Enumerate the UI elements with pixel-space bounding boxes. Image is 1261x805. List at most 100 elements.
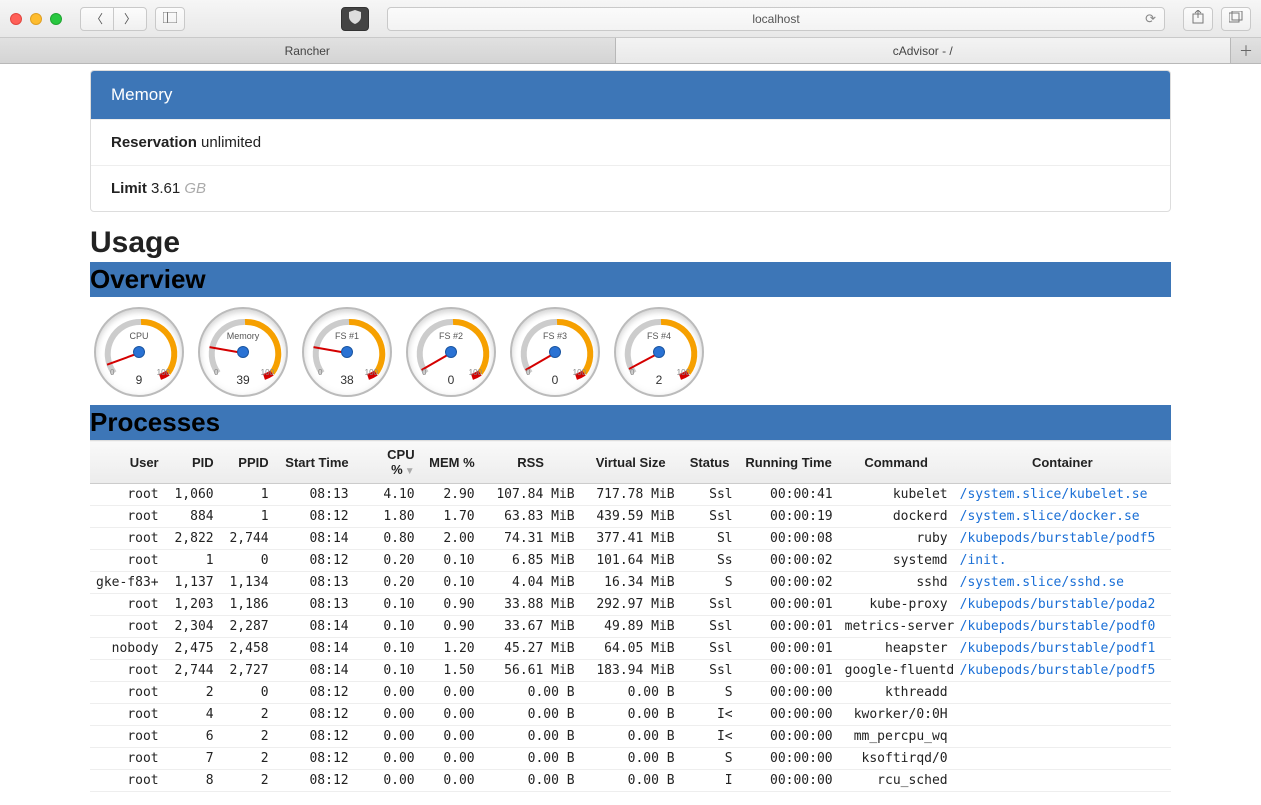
cell-cmd: sshd bbox=[839, 572, 954, 594]
col-cpu[interactable]: CPU %▼ bbox=[355, 441, 421, 484]
container-link[interactable]: /kubepods/burstable/podf5 bbox=[960, 663, 1156, 678]
plus-icon: ＋ bbox=[1239, 41, 1253, 61]
col-cont[interactable]: Container bbox=[954, 441, 1171, 484]
cell-vsize: 183.94 MiB bbox=[581, 660, 681, 682]
cell-start: 08:13 bbox=[275, 594, 355, 616]
cell-rss: 107.84 MiB bbox=[481, 484, 581, 506]
sidebar-toggle-button[interactable] bbox=[155, 7, 185, 31]
chevron-right-icon: 〉 bbox=[124, 10, 136, 27]
show-tabs-button[interactable] bbox=[1221, 7, 1251, 31]
container-link[interactable]: /kubepods/burstable/poda2 bbox=[960, 597, 1156, 612]
cell-status: Ss bbox=[681, 550, 739, 572]
cell-cpu: 1.80 bbox=[355, 506, 421, 528]
cell-status: I< bbox=[681, 726, 739, 748]
cell-ppid: 2 bbox=[220, 704, 275, 726]
cell-pid: 1 bbox=[165, 550, 220, 572]
cell-user: root bbox=[90, 506, 165, 528]
container-link[interactable]: /system.slice/kubelet.se bbox=[960, 487, 1148, 502]
col-mem[interactable]: MEM % bbox=[421, 441, 481, 484]
cell-user: root bbox=[90, 594, 165, 616]
cell-ppid: 2,727 bbox=[220, 660, 275, 682]
container-link[interactable]: /kubepods/burstable/podf1 bbox=[960, 641, 1156, 656]
cell-ppid: 2,744 bbox=[220, 528, 275, 550]
cell-ppid: 1,186 bbox=[220, 594, 275, 616]
gauge-fs-3: FS #301000 bbox=[510, 307, 600, 397]
new-tab-button[interactable]: ＋ bbox=[1231, 38, 1261, 63]
address-bar[interactable]: localhost ⟳ bbox=[387, 7, 1165, 31]
cell-cmd: mm_percpu_wq bbox=[839, 726, 954, 748]
cell-status: S bbox=[681, 748, 739, 770]
cell-mem: 0.10 bbox=[421, 572, 481, 594]
cell-user: nobody bbox=[90, 638, 165, 660]
close-window-button[interactable] bbox=[10, 13, 22, 25]
col-rss[interactable]: RSS bbox=[481, 441, 581, 484]
cell-vsize: 101.64 MiB bbox=[581, 550, 681, 572]
cell-status: S bbox=[681, 682, 739, 704]
browser-tab-cadvisor[interactable]: cAdvisor - / bbox=[616, 38, 1232, 63]
cell-runtime: 00:00:00 bbox=[739, 770, 839, 792]
container-link[interactable]: /system.slice/docker.se bbox=[960, 509, 1140, 524]
cell-container bbox=[954, 726, 1171, 748]
col-runtime[interactable]: Running Time bbox=[739, 441, 839, 484]
cell-cmd: dockerd bbox=[839, 506, 954, 528]
cell-cmd: heapster bbox=[839, 638, 954, 660]
table-row: root1008:120.200.106.85 MiB101.64 MiBSs0… bbox=[90, 550, 1171, 572]
nav-back-button[interactable]: 〈 bbox=[80, 7, 114, 31]
minimize-window-button[interactable] bbox=[30, 13, 42, 25]
cell-cmd: kubelet bbox=[839, 484, 954, 506]
cell-cpu: 0.00 bbox=[355, 726, 421, 748]
cell-status: Ssl bbox=[681, 484, 739, 506]
gauge-hub bbox=[653, 346, 665, 358]
cell-container bbox=[954, 682, 1171, 704]
col-start[interactable]: Start Time bbox=[275, 441, 355, 484]
cell-vsize: 377.41 MiB bbox=[581, 528, 681, 550]
usage-heading: Usage bbox=[90, 226, 1171, 260]
cell-runtime: 00:00:01 bbox=[739, 594, 839, 616]
container-link[interactable]: /kubepods/burstable/podf0 bbox=[960, 619, 1156, 634]
cell-user: root bbox=[90, 682, 165, 704]
cell-start: 08:12 bbox=[275, 704, 355, 726]
memory-panel-title: Memory bbox=[91, 71, 1170, 119]
container-link[interactable]: /system.slice/sshd.se bbox=[960, 575, 1124, 590]
gauge-value: 2 bbox=[616, 373, 702, 387]
col-cmd[interactable]: Command bbox=[839, 441, 954, 484]
share-button[interactable] bbox=[1183, 7, 1213, 31]
col-status[interactable]: Status bbox=[681, 441, 739, 484]
table-row: root6208:120.000.000.00 B0.00 BI<00:00:0… bbox=[90, 726, 1171, 748]
browser-tab-rancher[interactable]: Rancher bbox=[0, 38, 616, 63]
cell-container: /kubepods/burstable/poda2 bbox=[954, 594, 1171, 616]
cell-start: 08:12 bbox=[275, 726, 355, 748]
tab-label: Rancher bbox=[285, 44, 330, 58]
zoom-window-button[interactable] bbox=[50, 13, 62, 25]
container-link[interactable]: /init. bbox=[960, 553, 1007, 568]
cell-vsize: 0.00 B bbox=[581, 770, 681, 792]
nav-forward-button[interactable]: 〉 bbox=[113, 7, 147, 31]
cell-runtime: 00:00:41 bbox=[739, 484, 839, 506]
cell-start: 08:14 bbox=[275, 528, 355, 550]
col-vsize[interactable]: Virtual Size bbox=[581, 441, 681, 484]
cell-cpu: 0.80 bbox=[355, 528, 421, 550]
cell-container: /system.slice/kubelet.se bbox=[954, 484, 1171, 506]
cell-cpu: 0.00 bbox=[355, 748, 421, 770]
cell-status: Sl bbox=[681, 528, 739, 550]
memory-panel: Memory Reservation unlimited Limit 3.61 … bbox=[90, 70, 1171, 212]
privacy-shield-button[interactable] bbox=[341, 7, 369, 31]
table-row: root8208:120.000.000.00 B0.00 BI00:00:00… bbox=[90, 770, 1171, 792]
limit-label: Limit bbox=[111, 180, 147, 197]
col-pid[interactable]: PID bbox=[165, 441, 220, 484]
cell-runtime: 00:00:02 bbox=[739, 572, 839, 594]
reload-icon[interactable]: ⟳ bbox=[1145, 11, 1156, 27]
nav-back-forward-group: 〈 〉 bbox=[80, 7, 147, 31]
gauge-fs-2: FS #201000 bbox=[406, 307, 496, 397]
cell-status: I< bbox=[681, 704, 739, 726]
cell-rss: 45.27 MiB bbox=[481, 638, 581, 660]
cell-pid: 1,137 bbox=[165, 572, 220, 594]
col-user[interactable]: User bbox=[90, 441, 165, 484]
cell-vsize: 64.05 MiB bbox=[581, 638, 681, 660]
col-ppid[interactable]: PPID bbox=[220, 441, 275, 484]
cell-mem: 0.00 bbox=[421, 770, 481, 792]
container-link[interactable]: /kubepods/burstable/podf5 bbox=[960, 531, 1156, 546]
cell-mem: 0.00 bbox=[421, 704, 481, 726]
cell-ppid: 1 bbox=[220, 484, 275, 506]
table-row: nobody2,4752,45808:140.101.2045.27 MiB64… bbox=[90, 638, 1171, 660]
